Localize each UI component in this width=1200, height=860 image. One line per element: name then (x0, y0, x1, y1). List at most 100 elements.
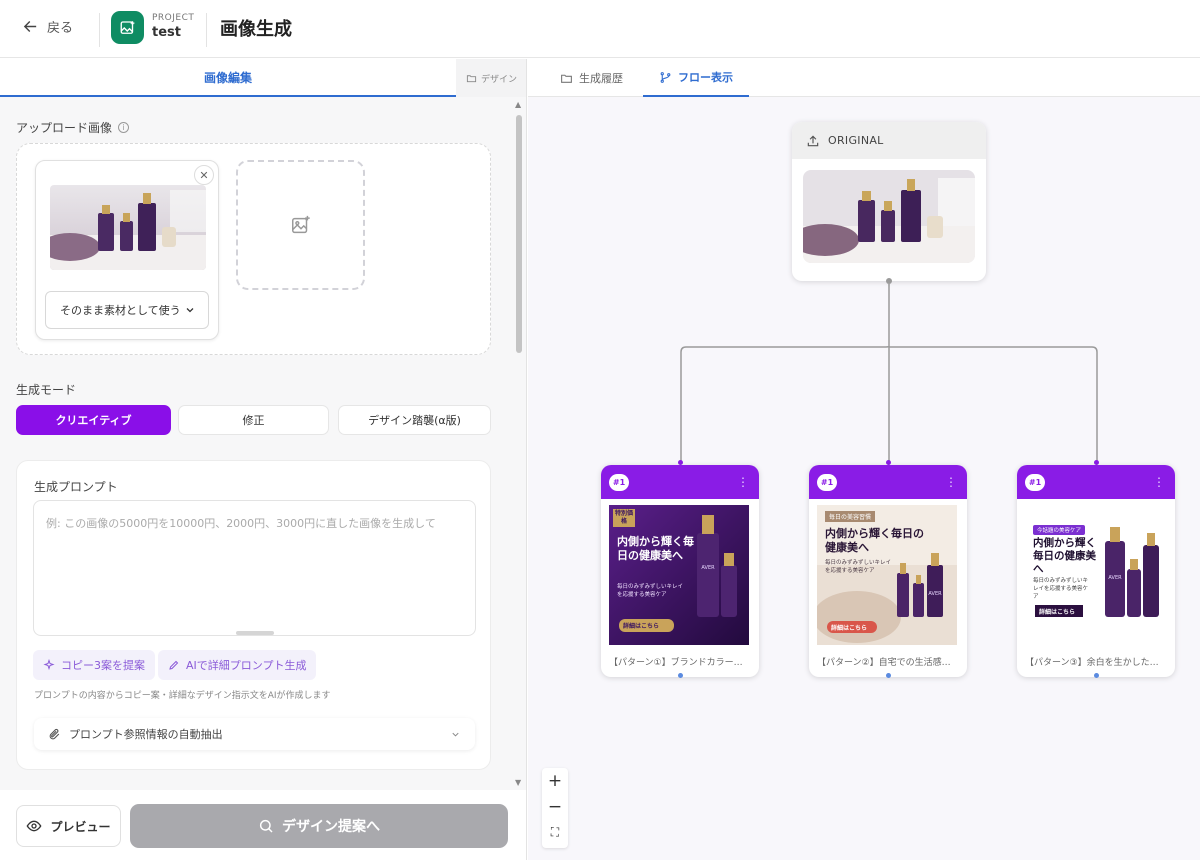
original-node[interactable]: ORIGINAL (792, 122, 986, 281)
tab-design-label: デザイン (480, 74, 517, 85)
variant-image-3: 今話題の美容ケア 内側から輝く毎日の健康美へ 毎日のみずみずしいキレイを応援する… (1025, 505, 1165, 645)
upload-dropzone[interactable]: ✕ そのまま素材として使う (16, 143, 491, 355)
scroll-up-icon[interactable]: ▲ (515, 100, 521, 109)
zoom-out-button[interactable]: − (542, 794, 568, 819)
arrow-left-icon (23, 21, 37, 32)
connector-handle[interactable] (678, 673, 683, 678)
banner-cta: 詳細はこちら (1039, 609, 1076, 616)
variant-badge: #1 (817, 473, 837, 491)
mode-label: 生成モード (16, 383, 77, 397)
image-add-icon (291, 215, 310, 234)
original-node-header: ORIGINAL (792, 122, 986, 159)
mode-creative-button[interactable]: クリエイティブ (16, 405, 171, 435)
variant-node-header: #1 ⋮ (601, 465, 759, 499)
banner-cta: 詳細はこちら (623, 623, 660, 630)
sparkle-icon (43, 659, 55, 671)
mode-design-follow-button[interactable]: デザイン踏襲(α版) (338, 405, 491, 435)
preview-button[interactable]: プレビュー (16, 805, 121, 847)
page-title: 画像生成 (220, 19, 292, 40)
banner-cta: 詳細はこちら (831, 625, 868, 632)
variant-node-3[interactable]: #1 ⋮ 今話題の美容ケア 内側から輝く毎日の健康美へ 毎日のみずみずしいキレイ… (1017, 465, 1175, 677)
project-name: test (152, 25, 181, 40)
design-propose-label: デザイン提案へ (282, 819, 380, 835)
original-node-label: ORIGINAL (828, 134, 884, 147)
more-vertical-icon[interactable]: ⋮ (945, 475, 957, 489)
uploaded-image-thumbnail (50, 185, 206, 270)
banner-tag: 今話題の美容ケア (1033, 525, 1086, 535)
zoom-in-button[interactable]: + (542, 768, 568, 793)
ai-prompt-label: AIで詳細プロンプト生成 (186, 659, 307, 672)
connector-handle[interactable] (886, 673, 891, 678)
flow-panel: 生成履歴 フロー表示 ORIGINAL #1 ⋮ 特別価格 内側から輝く毎日の健… (528, 59, 1200, 860)
auto-extract-label: プロンプト参照情報の自動抽出 (69, 728, 223, 741)
back-button[interactable]: 戻る (22, 17, 73, 36)
auto-extract-toggle[interactable]: プロンプト参照情報の自動抽出 (34, 718, 475, 750)
original-image (803, 170, 975, 263)
header-divider (99, 13, 100, 47)
upload-icon (807, 135, 819, 146)
copy-suggest-label: コピー3案を提案 (61, 659, 145, 672)
prompt-card: 生成プロンプト 例: この画像の5000円を10000円、2000円、3000円… (16, 460, 491, 770)
more-vertical-icon[interactable]: ⋮ (737, 475, 749, 489)
fit-view-button[interactable]: ⛶ (542, 820, 568, 845)
header-divider (206, 13, 207, 47)
left-scrollbar[interactable]: ▲ ▼ (513, 97, 525, 794)
banner-headline: 内側から輝く毎日の健康美へ (1033, 537, 1096, 575)
connector-handle[interactable] (886, 278, 892, 284)
connector-handle[interactable] (1094, 673, 1099, 678)
image-usage-value: そのまま素材として使う (60, 304, 181, 317)
mode-fix-button[interactable]: 修正 (178, 405, 329, 435)
action-bar: プレビュー デザイン提案へ (0, 790, 526, 860)
variant-badge: #1 (1025, 473, 1045, 491)
brand-label: AVER (701, 565, 715, 571)
zoom-controls: + − ⛶ (542, 768, 568, 848)
copy-suggest-button[interactable]: コピー3案を提案 (33, 650, 155, 680)
info-icon[interactable]: i (118, 122, 130, 133)
ai-help-text: プロンプトの内容からコピー案・詳細なデザイン指示文をAIが作成します (34, 691, 331, 701)
variant-caption: 【パターン①】ブランドカラーの深みのあ... (609, 658, 751, 668)
preview-label: プレビュー (50, 819, 111, 834)
uploaded-image-card: ✕ そのまま素材として使う (35, 160, 219, 340)
tab-image-edit[interactable]: 画像編集 (0, 59, 456, 97)
folder-icon (466, 74, 477, 82)
variant-caption: 【パターン②】自宅での生活感を演出... (817, 658, 959, 668)
banner-body: 毎日のみずみずしいキレイを応援する美容ケア (1033, 578, 1089, 600)
pen-icon (169, 660, 179, 670)
eye-icon (27, 820, 42, 832)
textarea-resize-handle[interactable] (236, 631, 274, 635)
design-propose-button[interactable]: デザイン提案へ (130, 804, 508, 848)
edit-panel: 画像編集 デザイン アップロード画像 i ✕ そのまま素材として使う 生成モード… (0, 59, 527, 860)
app-header: 戻る PROJECT test 画像生成 (0, 0, 1200, 58)
brand-label: AVER (928, 591, 942, 597)
project-caption: PROJECT (152, 13, 195, 23)
ai-prompt-button[interactable]: AIで詳細プロンプト生成 (158, 650, 317, 680)
banner-headline: 内側から輝く毎日の健康美へ (617, 535, 694, 562)
scroll-down-icon[interactable]: ▼ (515, 778, 521, 787)
variant-node-header: #1 ⋮ (1017, 465, 1175, 499)
brand-label: AVER (1108, 575, 1122, 581)
variant-node-header: #1 ⋮ (809, 465, 967, 499)
variant-image-2: 毎日の美容習慣 内側から輝く毎日の健康美へ 毎日のみずみずしいキレイを応援する美… (817, 505, 957, 645)
chevron-down-icon (452, 732, 459, 737)
upload-label-text: アップロード画像 (16, 121, 113, 135)
prompt-label: 生成プロンプト (34, 480, 118, 494)
chevron-down-icon (186, 308, 194, 313)
image-usage-select[interactable]: そのまま素材として使う (45, 291, 209, 329)
search-icon (259, 819, 273, 833)
variant-badge: #1 (609, 473, 629, 491)
tab-design[interactable]: デザイン (456, 59, 526, 97)
banner-tag: 毎日の美容習慣 (825, 511, 876, 522)
remove-image-button[interactable]: ✕ (194, 165, 214, 185)
add-image-button[interactable] (236, 160, 365, 290)
auto-extract-title: プロンプト参照情報の自動抽出 (48, 726, 223, 742)
variant-node-1[interactable]: #1 ⋮ 特別価格 内側から輝く毎日の健康美へ 毎日のみずみずしいキレイを応援す… (601, 465, 759, 677)
banner-tag: 特別価格 (613, 509, 635, 527)
upload-section-label: アップロード画像 i (16, 119, 130, 136)
variant-node-2[interactable]: #1 ⋮ 毎日の美容習慣 内側から輝く毎日の健康美へ 毎日のみずみずしいキレイを… (809, 465, 967, 677)
back-label: 戻る (47, 21, 74, 36)
more-vertical-icon[interactable]: ⋮ (1153, 475, 1165, 489)
paperclip-icon (49, 728, 60, 739)
scroll-thumb[interactable] (516, 115, 522, 353)
prompt-textarea[interactable]: 例: この画像の5000円を10000円、2000円、3000円に直した画像を生… (33, 500, 476, 636)
banner-headline: 内側から輝く毎日の健康美へ (825, 527, 924, 554)
